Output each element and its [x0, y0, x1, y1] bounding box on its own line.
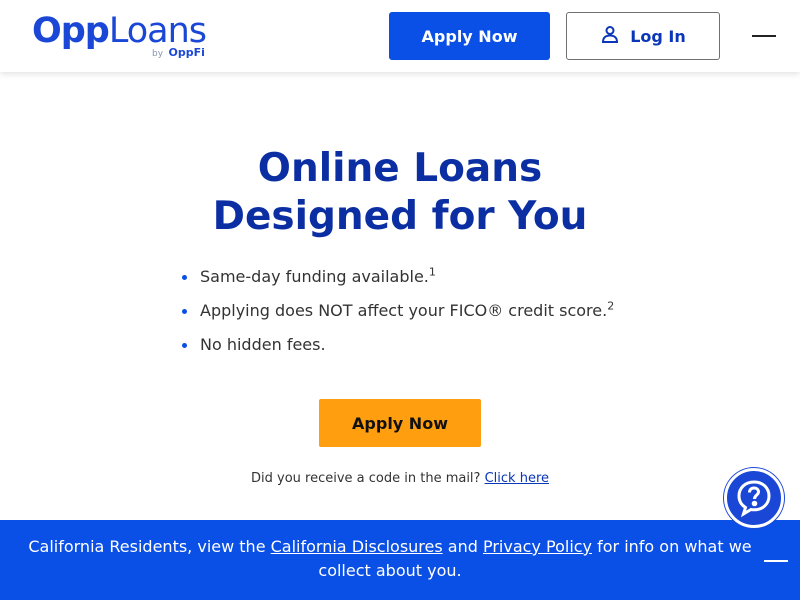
site-header: OppLoans by OppFi Apply Now Log In: [0, 0, 800, 72]
privacy-banner: California Residents, view the Californi…: [0, 520, 800, 600]
hero-title-line2: Designed for You: [212, 194, 588, 239]
logo-by-text: by: [152, 49, 164, 59]
header-apply-now-button[interactable]: Apply Now: [389, 12, 550, 60]
minimize-icon[interactable]: [762, 550, 792, 572]
footnote-marker: 1: [428, 265, 436, 279]
user-icon: [600, 24, 620, 48]
logo-opp: Opp: [32, 11, 110, 51]
logo-byline: by OppFi: [152, 46, 205, 59]
mail-code-prompt: Did you receive a code in the mail? Clic…: [0, 471, 800, 486]
mail-code-text: Did you receive a code in the mail?: [251, 471, 481, 486]
opploans-logo[interactable]: OppLoans by OppFi: [32, 10, 207, 62]
logo-brand-text: OppFi: [168, 46, 205, 59]
login-button[interactable]: Log In: [566, 12, 720, 60]
login-label: Log In: [630, 26, 686, 46]
feature-item: Same-day funding available.1: [182, 266, 614, 288]
hero-title: Online Loans Designed for You: [0, 145, 800, 241]
feature-item: Applying does NOT affect your FICO® cred…: [182, 300, 614, 322]
california-disclosures-link[interactable]: California Disclosures: [271, 537, 443, 556]
mail-code-link[interactable]: Click here: [485, 471, 549, 486]
hero-title-line1: Online Loans: [257, 146, 543, 191]
feature-list: Same-day funding available.1 Applying do…: [182, 266, 614, 368]
logo-loans: Loans: [108, 11, 207, 51]
hero-apply-now-button[interactable]: Apply Now: [319, 399, 481, 447]
footnote-marker: 2: [607, 299, 615, 313]
hamburger-icon[interactable]: [750, 26, 778, 46]
privacy-policy-link[interactable]: Privacy Policy: [483, 537, 592, 556]
question-bubble-icon[interactable]: [724, 468, 784, 528]
banner-text: California Residents, view the Californi…: [28, 537, 752, 580]
feature-item: No hidden fees.: [182, 334, 614, 356]
